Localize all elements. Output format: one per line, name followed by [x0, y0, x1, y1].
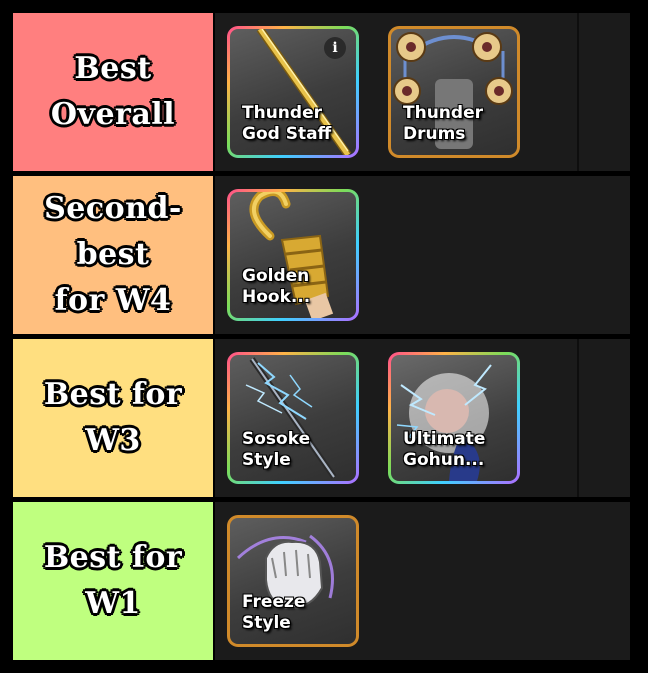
item-card-body: Thunder Drums [391, 29, 517, 155]
info-icon[interactable]: i [324, 37, 346, 59]
tier-list: Best Overall i Thunder God Staff Thunder… [13, 13, 630, 660]
tier-label: Best for W3 [13, 339, 213, 497]
tier-label-text: Best Overall [50, 51, 176, 132]
tier-label: Best for W1 [13, 502, 213, 660]
item-card-body: Ultimate Gohun... [391, 355, 517, 481]
item-card-thunder-drums[interactable]: Thunder Drums [388, 26, 520, 158]
tier-row-second-best-w4: Second-best for W4 Golden Hook... [13, 176, 630, 334]
item-card-body: Golden Hook... [230, 192, 356, 318]
item-name: Thunder God Staff [242, 103, 332, 144]
column-divider [577, 339, 579, 497]
tier-items: Sosoke Style Ultimate Gohun... [215, 339, 630, 497]
item-name: Thunder Drums [403, 103, 483, 144]
tier-row-best-w3: Best for W3 Sosoke Style Ultimate Gohun.… [13, 339, 630, 497]
item-card-body: i Thunder God Staff [230, 29, 356, 155]
tier-label-text: Best for W1 [43, 540, 183, 621]
item-card-body: Freeze Style [230, 518, 356, 644]
item-card-sosoke-style[interactable]: Sosoke Style [227, 352, 359, 484]
tier-label-text: Best for W3 [43, 377, 183, 458]
tier-row-best-overall: Best Overall i Thunder God Staff Thunder… [13, 13, 630, 171]
item-name: Ultimate Gohun... [403, 429, 486, 470]
item-card-golden-hook[interactable]: Golden Hook... [227, 189, 359, 321]
item-card-ultimate-gohun[interactable]: Ultimate Gohun... [388, 352, 520, 484]
tier-row-best-w1: Best for W1 Freeze Style [13, 502, 630, 660]
item-card-thunder-god-staff[interactable]: i Thunder God Staff [227, 26, 359, 158]
item-name: Golden Hook... [242, 266, 311, 307]
tier-label: Second-best for W4 [13, 176, 213, 334]
item-card-freeze-style[interactable]: Freeze Style [227, 515, 359, 647]
item-name: Freeze Style [242, 592, 306, 633]
item-name: Sosoke Style [242, 429, 311, 470]
tier-items: i Thunder God Staff Thunder Drums [215, 13, 630, 171]
column-divider [577, 13, 579, 171]
tier-items: Freeze Style [215, 502, 630, 660]
tier-label-text: Second-best for W4 [44, 191, 182, 318]
item-card-body: Sosoke Style [230, 355, 356, 481]
tier-items: Golden Hook... [215, 176, 630, 334]
tier-label: Best Overall [13, 13, 213, 171]
